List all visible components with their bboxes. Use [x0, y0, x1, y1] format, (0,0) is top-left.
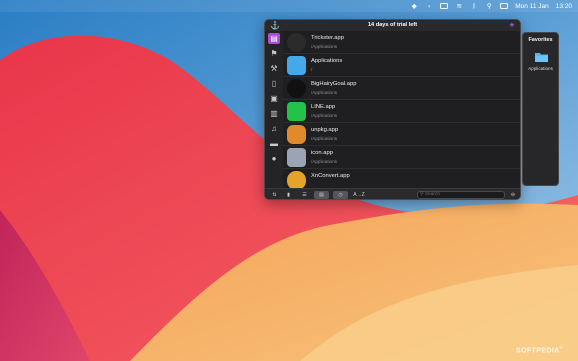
menubar-time[interactable]: 13:20 — [556, 3, 572, 10]
favorites-panel: Favorites Applications — [522, 32, 559, 186]
watermark: SOFTPEDIA® — [516, 345, 564, 355]
trickster-app-icon — [287, 33, 306, 52]
wifi-icon[interactable]: ≋ — [455, 3, 463, 10]
document-icon[interactable]: ▯ — [268, 78, 280, 89]
item-path: /Applications — [311, 90, 338, 95]
bighairygoal-app-icon — [287, 79, 306, 98]
folder-icon[interactable] — [535, 51, 548, 62]
list-view-icon[interactable]: ☰ — [298, 191, 311, 199]
music-icon[interactable]: ♫ — [268, 123, 280, 134]
item-path: /Applications — [311, 136, 338, 141]
clock-icon[interactable]: ◷ — [333, 191, 348, 199]
item-name: icon.app — [311, 150, 333, 156]
list-item[interactable]: Applications / — [283, 54, 520, 77]
film-icon[interactable]: ▥ — [268, 108, 280, 119]
disk-icon[interactable]: ● — [268, 153, 280, 164]
sort-order-icon[interactable]: ⇅ — [270, 191, 279, 199]
favorite-item-label[interactable]: Applications — [523, 66, 558, 71]
xnconvert-app-icon — [287, 171, 306, 188]
list-item[interactable]: unpkg.app /Applications — [283, 123, 520, 146]
file-list: Trickster.app /Applications Applications… — [283, 31, 520, 188]
flag-icon[interactable]: ⚑ — [268, 48, 280, 59]
item-name: unpkg.app — [311, 127, 339, 133]
item-name: Trickster.app — [311, 35, 344, 41]
folder-icon — [287, 56, 306, 75]
tools-icon[interactable]: ⚒ — [268, 63, 280, 74]
list-item[interactable]: LINE.app /Applications — [283, 100, 520, 123]
item-name: Applications — [311, 58, 343, 64]
line-app-icon — [287, 102, 306, 121]
list-item[interactable]: BigHairyGoal.app /Applications — [283, 77, 520, 100]
item-path: /Applications — [311, 159, 338, 164]
item-path: / — [311, 67, 313, 72]
item-name: BigHairyGoal.app — [311, 81, 357, 87]
list-item[interactable]: XnConvert.app — [283, 169, 520, 188]
settings-icon[interactable]: ⊖ — [509, 191, 517, 199]
applications-category-icon[interactable]: ▤ — [268, 33, 280, 44]
chevron-left-icon[interactable]: ‹ — [425, 3, 433, 10]
anchor-icon[interactable]: ⚓ — [270, 21, 280, 30]
keyboard-icon[interactable] — [440, 3, 449, 9]
item-path: /Applications — [311, 113, 338, 118]
search-placeholder: Search — [424, 192, 441, 197]
item-name: XnConvert.app — [311, 173, 350, 179]
document-icon[interactable]: ▮ — [284, 191, 293, 199]
list-item[interactable]: Trickster.app /Applications — [283, 31, 520, 54]
sort-alpha-button[interactable]: A→Z — [351, 191, 367, 199]
bluetooth-icon[interactable]: ᛒ — [470, 3, 478, 10]
image-icon[interactable]: ▣ — [268, 93, 280, 104]
unpkg-app-icon — [287, 125, 306, 144]
detail-view-icon[interactable]: ▤ — [314, 191, 329, 199]
trial-status-title: 14 days of trial left — [367, 22, 418, 28]
menu-bar: ◆ ‹ ≋ ᛒ ⚲ Mon 11 Jan 13:20 — [0, 0, 578, 12]
control-center-icon[interactable] — [500, 3, 509, 9]
item-name: LINE.app — [311, 104, 336, 110]
panel-toolbar: ⇅ ▮ ☰ ▤ ◷ A→Z ⚲ Search ⊖ — [265, 188, 520, 199]
favorites-title: Favorites — [528, 37, 553, 43]
search-icon[interactable]: ⚲ — [485, 3, 493, 10]
icon-app-icon — [287, 148, 306, 167]
star-icon[interactable]: ★ — [509, 21, 515, 30]
category-sidebar: ▤ ⚑ ⚒ ▯ ▣ ▥ ♫ ▬ ● — [265, 31, 283, 188]
item-path: /Applications — [311, 44, 338, 49]
panel-titlebar: ⚓ 14 days of trial left ★ — [265, 20, 520, 31]
menubar-date[interactable]: Mon 11 Jan — [515, 3, 548, 10]
folder-icon[interactable]: ▬ — [268, 138, 280, 149]
launcher-panel: ⚓ 14 days of trial left ★ ▤ ⚑ ⚒ ▯ ▣ ▥ ♫ … — [264, 19, 521, 200]
app-status-icon[interactable]: ◆ — [410, 3, 418, 10]
search-input[interactable]: ⚲ Search — [417, 191, 505, 199]
list-item[interactable]: icon.app /Applications — [283, 146, 520, 169]
